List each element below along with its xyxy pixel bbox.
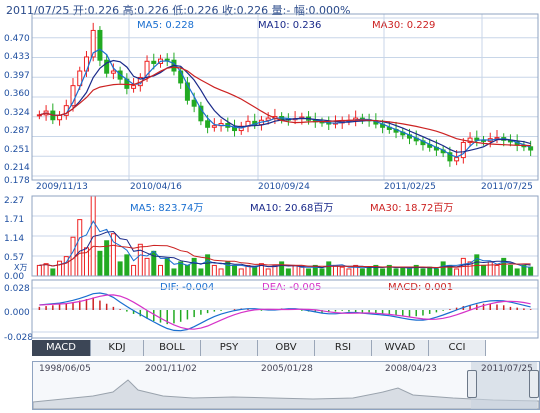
overview-right-handle[interactable] bbox=[529, 370, 539, 398]
volume-bar bbox=[487, 261, 493, 277]
candle-body bbox=[151, 60, 157, 64]
overview-date: 2005/01/28 bbox=[261, 364, 313, 374]
volume-bar bbox=[359, 268, 365, 277]
candle-body bbox=[97, 29, 103, 61]
volume-bar bbox=[265, 268, 271, 277]
volume-bar bbox=[366, 266, 372, 277]
volume-bar bbox=[218, 268, 224, 277]
volume-bar bbox=[225, 261, 231, 277]
volume-bar bbox=[252, 266, 258, 277]
volume-bar bbox=[494, 264, 500, 277]
volume-bar bbox=[137, 243, 143, 277]
candle-body bbox=[454, 157, 460, 162]
tab-psy[interactable]: PSY bbox=[201, 340, 258, 356]
candle-body bbox=[131, 85, 137, 89]
volume-bar bbox=[514, 268, 520, 277]
price-candles bbox=[36, 22, 534, 167]
volume-bar bbox=[507, 264, 513, 277]
candle-body bbox=[211, 125, 217, 128]
tab-rsi[interactable]: RSI bbox=[315, 340, 372, 356]
volume-bar bbox=[77, 219, 83, 277]
overview-left-handle[interactable] bbox=[467, 370, 477, 398]
volume-bar bbox=[124, 254, 130, 277]
dea-line bbox=[39, 294, 531, 330]
volume-bar bbox=[171, 268, 177, 277]
candle-body bbox=[178, 70, 184, 84]
volume-bar bbox=[117, 261, 123, 277]
tab-kdj[interactable]: KDJ bbox=[91, 340, 144, 356]
overview-date: 1998/06/05 bbox=[39, 364, 91, 374]
volume-bar bbox=[346, 268, 352, 277]
candle-body bbox=[494, 137, 500, 140]
volume-bar bbox=[43, 263, 49, 277]
volume-bar bbox=[292, 264, 298, 277]
volume-bar bbox=[211, 264, 217, 277]
candle-body bbox=[110, 70, 116, 74]
tab-boll[interactable]: BOLL bbox=[144, 340, 201, 356]
volume-bar bbox=[427, 266, 433, 277]
volume-bar bbox=[420, 268, 426, 277]
volume-bar bbox=[460, 257, 466, 277]
volume-bar bbox=[158, 264, 163, 277]
volume-bar bbox=[299, 266, 305, 277]
tab-macd[interactable]: MACD bbox=[32, 340, 91, 356]
volume-bar bbox=[393, 268, 399, 277]
volume-bar bbox=[400, 266, 406, 277]
volume-bar bbox=[238, 268, 244, 277]
volume-bar bbox=[131, 264, 137, 277]
volume-bar bbox=[481, 264, 487, 277]
volume-bar bbox=[528, 266, 534, 277]
tab-wvad[interactable]: WVAD bbox=[372, 340, 429, 356]
overview-date: 2011/07/25 bbox=[481, 364, 533, 374]
volume-bar bbox=[232, 264, 238, 277]
volume-bar bbox=[380, 268, 386, 277]
macd-histogram bbox=[38, 292, 532, 332]
overview-date: 2001/11/02 bbox=[145, 364, 197, 374]
volume-bar bbox=[433, 268, 439, 277]
volume-bar bbox=[319, 268, 325, 277]
tab-obv[interactable]: OBV bbox=[258, 340, 315, 356]
candle-body bbox=[191, 99, 197, 107]
volume-bar bbox=[191, 257, 197, 277]
dif-line bbox=[39, 292, 531, 332]
candle-body bbox=[57, 114, 63, 121]
volume-bar bbox=[279, 261, 285, 277]
volume-bar bbox=[184, 264, 190, 277]
volume-bar bbox=[339, 266, 345, 277]
volume-bar bbox=[50, 268, 56, 277]
volume-bar bbox=[306, 268, 312, 277]
volume-bar bbox=[144, 257, 150, 277]
candle-body bbox=[460, 141, 466, 159]
volume-bar bbox=[164, 257, 170, 277]
volume-bar bbox=[407, 268, 412, 277]
volume-bar bbox=[198, 268, 204, 277]
volume-bar bbox=[326, 261, 332, 277]
candle-body bbox=[205, 120, 211, 128]
volume-bar bbox=[97, 250, 103, 277]
volume-bar bbox=[285, 268, 291, 277]
volume-bar bbox=[454, 268, 460, 277]
volume-bar bbox=[36, 264, 42, 277]
volume-bar bbox=[440, 261, 446, 277]
candle-body bbox=[164, 58, 170, 61]
volume-bar bbox=[57, 260, 63, 277]
overview-navigator[interactable]: 1998/06/05 2001/11/02 2005/01/28 2008/04… bbox=[32, 361, 540, 410]
volume-bar bbox=[332, 264, 338, 277]
tab-cci[interactable]: CCI bbox=[429, 340, 486, 356]
overview-date: 2008/04/23 bbox=[385, 364, 437, 374]
